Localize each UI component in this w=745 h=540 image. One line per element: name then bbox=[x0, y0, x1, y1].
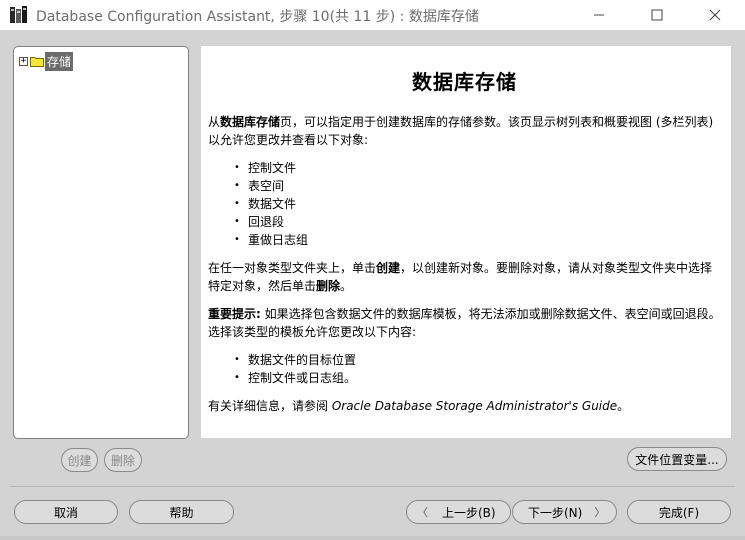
list-item: 重做日志组 bbox=[234, 231, 721, 249]
create-paragraph: 在任一对象类型文件夹上，单击创建，以创建新对象。要删除对象，请从对象类型文件夹中… bbox=[208, 259, 721, 295]
create-button[interactable]: 创建 bbox=[61, 448, 98, 472]
intro-bold: 数据库存储 bbox=[220, 115, 281, 129]
expand-icon[interactable]: + bbox=[19, 57, 28, 66]
important-bold: 重要提示: bbox=[208, 307, 261, 321]
bottom-strip bbox=[0, 536, 745, 540]
more-text-2: 。 bbox=[617, 399, 630, 413]
list-item: 回退段 bbox=[234, 213, 721, 231]
intro-text: 从 bbox=[208, 115, 221, 129]
tree-node-storage[interactable]: + 存储 bbox=[19, 52, 74, 71]
list-item: 控制文件 bbox=[234, 159, 721, 177]
next-label: 下一步(N) bbox=[528, 505, 583, 520]
back-button[interactable]: 〈 上一步(B) bbox=[406, 500, 511, 524]
more-info-paragraph: 有关详细信息，请参阅 Oracle Database Storage Admin… bbox=[208, 397, 721, 415]
window-title: Database Configuration Assistant, 步骤 10(… bbox=[36, 9, 479, 25]
finish-button[interactable]: 完成(F) bbox=[627, 500, 731, 524]
next-button[interactable]: 下一步(N) 〉 bbox=[512, 500, 617, 524]
minimize-icon bbox=[594, 14, 604, 16]
list-item: 数据文件的目标位置 bbox=[234, 351, 721, 369]
changes-list: 数据文件的目标位置 控制文件或日志组。 bbox=[208, 351, 721, 387]
title-bar: Database Configuration Assistant, 步骤 10(… bbox=[0, 0, 745, 30]
create-text: 在任一对象类型文件夹上，单击 bbox=[208, 261, 377, 275]
help-content-panel: 数据库存储 从数据库存储页，可以指定用于创建数据库的存储参数。该页显示树列表和概… bbox=[201, 46, 731, 438]
next-arrow-icon: 〉 bbox=[594, 506, 606, 519]
objects-list: 控制文件 表空间 数据文件 回退段 重做日志组 bbox=[208, 159, 721, 249]
intro-text-2: 页，可以指定用于创建数据库的存储参数。该页显示树列表和概要视图 (多栏列表) 以… bbox=[208, 115, 714, 147]
important-paragraph: 重要提示: 如果选择包含数据文件的数据库模板，将无法添加或删除数据文件、表空间或… bbox=[208, 305, 721, 341]
cancel-button[interactable]: 取消 bbox=[14, 500, 118, 524]
list-item: 控制文件或日志组。 bbox=[234, 369, 721, 387]
close-button[interactable] bbox=[692, 0, 738, 30]
file-location-variables-button[interactable]: 文件位置变量... bbox=[627, 447, 727, 471]
delete-bold: 删除 bbox=[316, 279, 341, 293]
close-icon bbox=[709, 9, 721, 21]
app-icon bbox=[10, 6, 27, 23]
separator bbox=[10, 486, 735, 487]
help-button[interactable]: 帮助 bbox=[129, 500, 234, 524]
minimize-button[interactable] bbox=[576, 0, 622, 30]
content-title: 数据库存储 bbox=[412, 70, 517, 94]
list-item: 表空间 bbox=[234, 177, 721, 195]
more-text: 有关详细信息，请参阅 bbox=[208, 399, 332, 413]
storage-tree-panel: + 存储 bbox=[13, 46, 189, 439]
maximize-icon bbox=[651, 9, 663, 21]
important-text: 如果选择包含数据文件的数据库模板，将无法添加或删除数据文件、表空间或回退段。选择… bbox=[208, 307, 721, 339]
folder-icon bbox=[30, 57, 44, 67]
create-text-3: 。 bbox=[340, 279, 353, 293]
back-arrow-icon: 〈 bbox=[417, 506, 428, 519]
list-item: 数据文件 bbox=[234, 195, 721, 213]
intro-paragraph: 从数据库存储页，可以指定用于创建数据库的存储参数。该页显示树列表和概要视图 (多… bbox=[208, 113, 721, 149]
back-label: 上一步(B) bbox=[442, 505, 496, 520]
maximize-button[interactable] bbox=[634, 0, 680, 30]
delete-button[interactable]: 删除 bbox=[104, 448, 142, 472]
guide-reference: Oracle Database Storage Administrator's … bbox=[331, 399, 618, 413]
create-bold: 创建 bbox=[376, 261, 401, 275]
tree-node-label[interactable]: 存储 bbox=[45, 52, 74, 71]
